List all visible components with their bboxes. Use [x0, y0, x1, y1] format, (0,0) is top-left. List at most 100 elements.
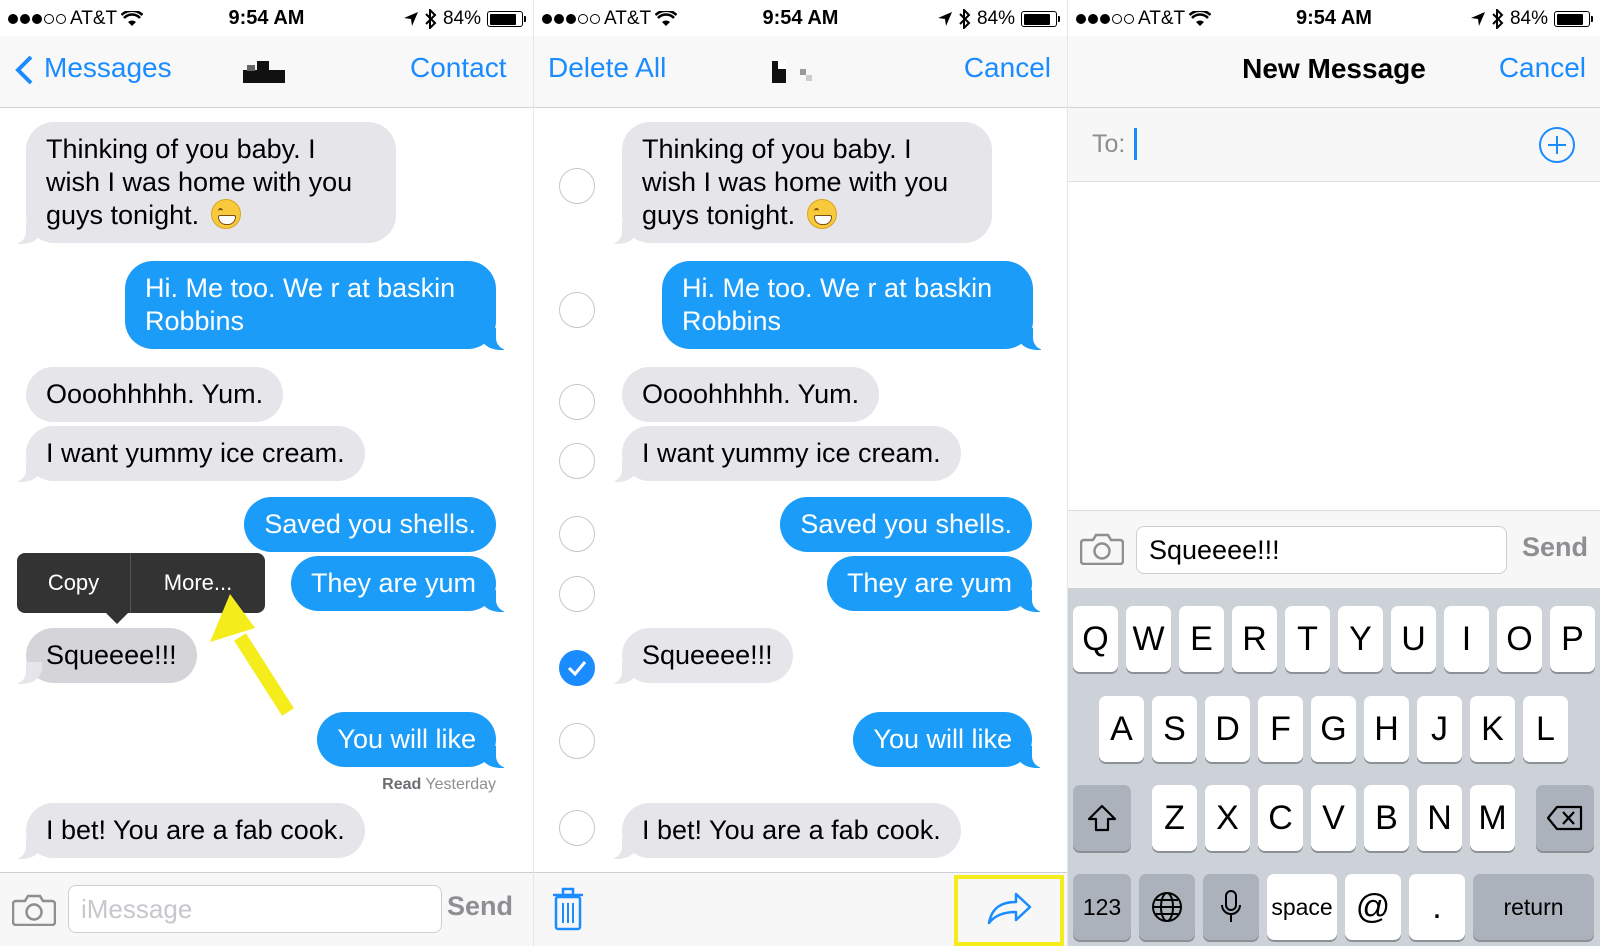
at-key[interactable]: @	[1345, 874, 1401, 940]
shift-icon	[1087, 804, 1117, 832]
microphone-key[interactable]	[1203, 874, 1259, 940]
send-button[interactable]: Send	[447, 891, 513, 922]
key-z[interactable]: Z	[1152, 785, 1197, 851]
key-r[interactable]: R	[1232, 606, 1277, 672]
message-bubble-incoming[interactable]: Squeeee!!!	[604, 628, 793, 684]
select-message-checkbox-checked[interactable]	[559, 650, 595, 686]
key-u[interactable]: U	[1391, 606, 1436, 672]
select-message-checkbox[interactable]	[559, 723, 595, 759]
key-k[interactable]: K	[1470, 696, 1515, 762]
backspace-icon	[1546, 805, 1583, 831]
message-bubble-incoming-selected[interactable]: Squeeee!!!	[8, 628, 197, 684]
key-i[interactable]: I	[1444, 606, 1489, 672]
imessage-input[interactable]: iMessage	[68, 885, 442, 933]
grimacing-face-icon	[806, 199, 837, 229]
key-n[interactable]: N	[1417, 785, 1462, 851]
key-m[interactable]: M	[1470, 785, 1515, 851]
key-t[interactable]: T	[1285, 606, 1330, 672]
select-message-checkbox[interactable]	[559, 168, 595, 204]
message-bubble-outgoing[interactable]: You will like	[853, 712, 1050, 768]
contact-button[interactable]: Contact	[410, 52, 507, 84]
cancel-button[interactable]: Cancel	[1499, 52, 1586, 84]
status-bar: AT&T 9:54 AM 84%	[1068, 0, 1600, 36]
key-x[interactable]: X	[1205, 785, 1250, 851]
read-receipt: Read Yesterday	[382, 776, 496, 793]
message-bubble-incoming[interactable]: Oooohhhhh. Yum.	[26, 367, 284, 422]
conversation-panel: AT&T 9:54 AM 84% Messages Contact Thinki…	[0, 0, 533, 946]
text-cursor	[1134, 128, 1137, 160]
back-button[interactable]: Messages	[44, 52, 172, 84]
battery-icon	[1021, 11, 1060, 27]
select-message-checkbox[interactable]	[559, 384, 595, 420]
battery-percent: 84%	[1509, 8, 1548, 29]
key-d[interactable]: D	[1205, 696, 1250, 762]
select-message-checkbox[interactable]	[559, 516, 595, 552]
shift-key[interactable]	[1073, 785, 1131, 851]
copy-menu-item[interactable]: Copy	[17, 553, 131, 613]
compose-bar: Squeeee!!! Send	[1068, 510, 1600, 588]
popup-pointer	[105, 612, 129, 624]
edit-mode-panel: AT&T 9:54 AM 84% Delete All Cancel Think…	[533, 0, 1067, 946]
trash-icon[interactable]	[552, 887, 584, 931]
key-y[interactable]: Y	[1338, 606, 1383, 672]
message-bubble-outgoing[interactable]: Saved you shells.	[244, 497, 496, 552]
message-bubble-outgoing[interactable]: They are yum	[290, 556, 515, 612]
bluetooth-icon	[1492, 9, 1504, 29]
forward-highlight-box	[954, 875, 1064, 946]
status-bar: AT&T 9:54 AM 84%	[0, 0, 533, 36]
key-e[interactable]: E	[1179, 606, 1224, 672]
message-bubble-incoming[interactable]: I bet! You are a fab cook.	[604, 803, 961, 859]
battery-icon	[1554, 11, 1593, 27]
select-message-checkbox[interactable]	[559, 292, 595, 328]
key-a[interactable]: A	[1099, 696, 1144, 762]
message-bubble-outgoing[interactable]: Hi. Me too. We r at baskin Robbins	[662, 261, 1051, 350]
key-b[interactable]: B	[1364, 785, 1409, 851]
message-bubble-outgoing[interactable]: Hi. Me too. We r at baskin Robbins	[125, 261, 514, 350]
delete-key[interactable]	[1536, 785, 1594, 851]
message-bubble-incoming[interactable]: I bet! You are a fab cook.	[8, 803, 365, 859]
key-l[interactable]: L	[1523, 696, 1568, 762]
camera-icon[interactable]	[12, 894, 56, 926]
message-bubble-incoming[interactable]: Thinking of you baby. I wish I was home …	[8, 122, 396, 244]
message-input[interactable]: Squeeee!!!	[1136, 526, 1507, 574]
return-key[interactable]: return	[1473, 874, 1594, 940]
key-j[interactable]: J	[1417, 696, 1462, 762]
status-bar: AT&T 9:54 AM 84%	[534, 0, 1067, 36]
message-bubble-incoming[interactable]: Oooohhhhh. Yum.	[622, 367, 880, 422]
select-message-checkbox[interactable]	[559, 576, 595, 612]
recipient-field[interactable]: To:	[1068, 108, 1600, 182]
message-bubble-incoming[interactable]: I want yummy ice cream.	[604, 426, 961, 482]
numbers-key[interactable]: 123	[1073, 874, 1131, 940]
key-q[interactable]: Q	[1073, 606, 1118, 672]
key-c[interactable]: C	[1258, 785, 1303, 851]
message-bubble-incoming[interactable]: I want yummy ice cream.	[8, 426, 365, 482]
key-o[interactable]: O	[1497, 606, 1542, 672]
select-message-checkbox[interactable]	[559, 443, 595, 479]
send-button[interactable]: Send	[1522, 532, 1588, 563]
period-key[interactable]: .	[1409, 874, 1465, 940]
space-key[interactable]: space	[1267, 874, 1337, 940]
key-v[interactable]: V	[1311, 785, 1356, 851]
message-bubble-outgoing[interactable]: You will like	[317, 712, 514, 768]
delete-all-button[interactable]: Delete All	[548, 52, 666, 84]
add-contact-icon[interactable]	[1538, 126, 1576, 164]
message-bubble-outgoing[interactable]: They are yum	[826, 556, 1051, 612]
camera-icon[interactable]	[1080, 533, 1124, 565]
to-label: To:	[1092, 130, 1126, 158]
key-s[interactable]: S	[1152, 696, 1197, 762]
checkmark-icon	[567, 661, 587, 677]
redacted-contact-name	[243, 61, 285, 83]
chevron-left-icon[interactable]	[14, 54, 34, 86]
message-bubble-incoming[interactable]: Thinking of you baby. I wish I was home …	[604, 122, 992, 244]
navigation-bar: Messages Contact	[0, 36, 533, 108]
cancel-button[interactable]: Cancel	[964, 52, 1051, 84]
globe-key[interactable]	[1139, 874, 1195, 940]
key-p[interactable]: P	[1550, 606, 1595, 672]
key-g[interactable]: G	[1311, 696, 1356, 762]
key-h[interactable]: H	[1364, 696, 1409, 762]
key-w[interactable]: W	[1126, 606, 1171, 672]
message-bubble-outgoing[interactable]: Saved you shells.	[780, 497, 1032, 552]
annotation-arrow-icon	[210, 594, 294, 716]
key-f[interactable]: F	[1258, 696, 1303, 762]
select-message-checkbox[interactable]	[559, 810, 595, 846]
